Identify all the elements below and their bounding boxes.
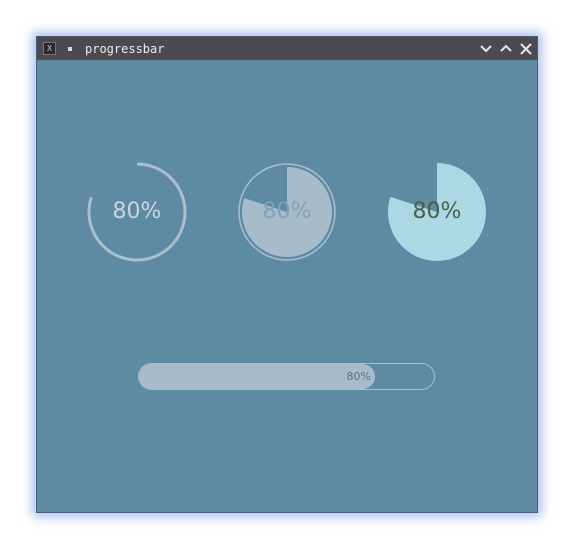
solid-pie-progress-label: 80%	[412, 199, 462, 224]
solid-pie-progress: 80%	[386, 161, 488, 263]
maximize-button[interactable]	[498, 41, 514, 57]
pie-progress-label: 80%	[262, 199, 312, 224]
pin-icon[interactable]	[68, 47, 72, 51]
close-icon	[520, 43, 532, 55]
minimize-button[interactable]	[478, 41, 494, 57]
title-bar[interactable]: X progressbar	[37, 37, 537, 61]
minimize-icon	[480, 45, 492, 53]
close-button[interactable]	[518, 41, 534, 57]
progress-bar-label: 80%	[346, 370, 371, 383]
horizontal-progress-bar: 80%	[138, 363, 435, 390]
ring-progress-label: 80%	[112, 199, 162, 224]
window-title: progressbar	[85, 42, 165, 56]
app-window: X progressbar 80% 80% 80% 80%	[36, 36, 538, 513]
pie-progress: 80%	[236, 161, 338, 263]
maximize-icon	[500, 44, 512, 52]
ring-progress: 80%	[86, 161, 188, 263]
x-terminal-icon: X	[43, 42, 56, 55]
